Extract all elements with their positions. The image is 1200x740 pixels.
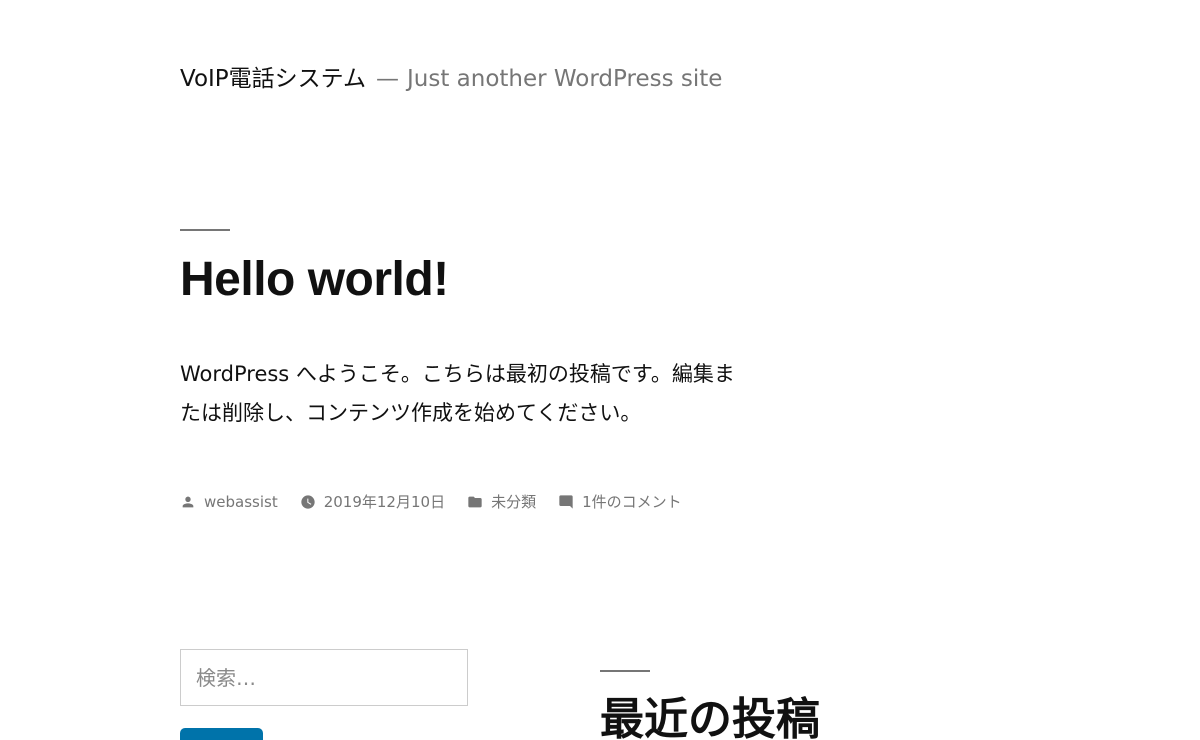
search-button[interactable]: 検索 xyxy=(180,728,263,740)
post-title[interactable]: Hello world! xyxy=(180,250,449,310)
post-author-link[interactable]: webassist xyxy=(204,490,278,514)
person-icon xyxy=(182,496,194,508)
folder-icon xyxy=(468,496,482,508)
recent-posts-widget-title: 最近の投稿 xyxy=(600,694,820,740)
post-title-link[interactable]: Hello world! xyxy=(180,253,449,306)
post-comments-link[interactable]: 1件のコメント xyxy=(582,490,682,514)
widget-title-accent-rule xyxy=(600,670,650,672)
comment-icon xyxy=(559,495,573,509)
post-category: 未分類 xyxy=(467,490,536,514)
post-category-link[interactable]: 未分類 xyxy=(491,490,536,514)
site-title-separator: — xyxy=(375,66,399,92)
post-comments: 1件のコメント xyxy=(558,490,682,514)
post-author: webassist xyxy=(180,490,278,514)
post-meta: webassist 2019年12月10日 未分類 1件のコメント xyxy=(180,490,704,514)
post-date: 2019年12月10日 xyxy=(300,490,445,514)
site-description: Just another WordPress site xyxy=(406,66,723,92)
entry-title-accent-rule xyxy=(180,229,230,231)
post-content-paragraph: WordPress へようこそ。こちらは最初の投稿です。編集または削除し、コンテ… xyxy=(180,362,735,425)
page: VoIP電話システム — Just another WordPress site H… xyxy=(0,0,1200,740)
clock-icon xyxy=(301,495,315,509)
post-content: WordPress へようこそ。こちらは最初の投稿です。編集または削除し、コンテ… xyxy=(180,355,750,433)
site-title-link[interactable]: VoIP電話システム xyxy=(180,66,366,92)
post-date-link[interactable]: 2019年12月10日 xyxy=(324,490,445,514)
site-header: VoIP電話システム — Just another WordPress site xyxy=(180,62,722,96)
search-input[interactable] xyxy=(180,649,468,706)
